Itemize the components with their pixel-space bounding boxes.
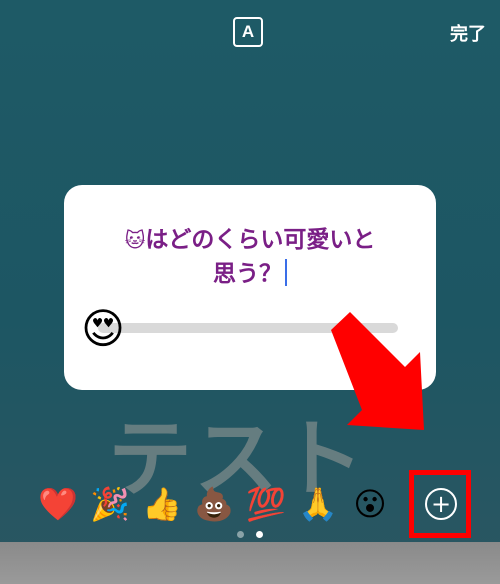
thumbs-up-emoji-icon[interactable]: 👍 [142,484,182,524]
slider-question[interactable]: 🐱はどのくらい可愛いと思う？ [64,223,436,291]
emoji-bar: ❤️ 🎉 👍 💩 💯 🙏 😮 [38,484,390,524]
red-highlight-box [409,470,471,538]
page-indicator [237,531,263,538]
emoji-slider-sticker[interactable]: 🐱はどのくらい可愛いと思う？ 😍 [64,185,436,390]
question-line-1: 🐱はどのくらい可愛いと思う？ [125,227,376,287]
folded-hands-emoji-icon[interactable]: 🙏 [298,484,338,524]
question-text: はどのくらい可愛いと思う？ [145,227,375,287]
text-cursor [285,259,287,286]
pile-of-poo-emoji-icon[interactable]: 💩 [194,484,234,524]
party-popper-emoji-icon[interactable]: 🎉 [90,484,130,524]
heart-emoji-icon[interactable]: ❤️ [38,484,78,524]
page-dot [237,531,244,538]
cat-emoji-icon: 🐱 [124,228,146,252]
slider-track[interactable] [98,323,398,333]
done-button[interactable]: 完了 [450,20,486,46]
question-part-2: 思う？ [213,261,282,287]
hundred-points-emoji-icon[interactable]: 💯 [246,484,286,524]
bottom-bar [0,542,500,584]
slider-thumb-heart-eyes-icon[interactable]: 😍 [80,306,126,352]
text-style-button[interactable]: A [233,17,263,47]
page-dot-active [256,531,263,538]
surprised-face-emoji-icon[interactable]: 😮 [350,484,390,524]
question-part-1: はどのくらい可愛いと [145,227,376,253]
